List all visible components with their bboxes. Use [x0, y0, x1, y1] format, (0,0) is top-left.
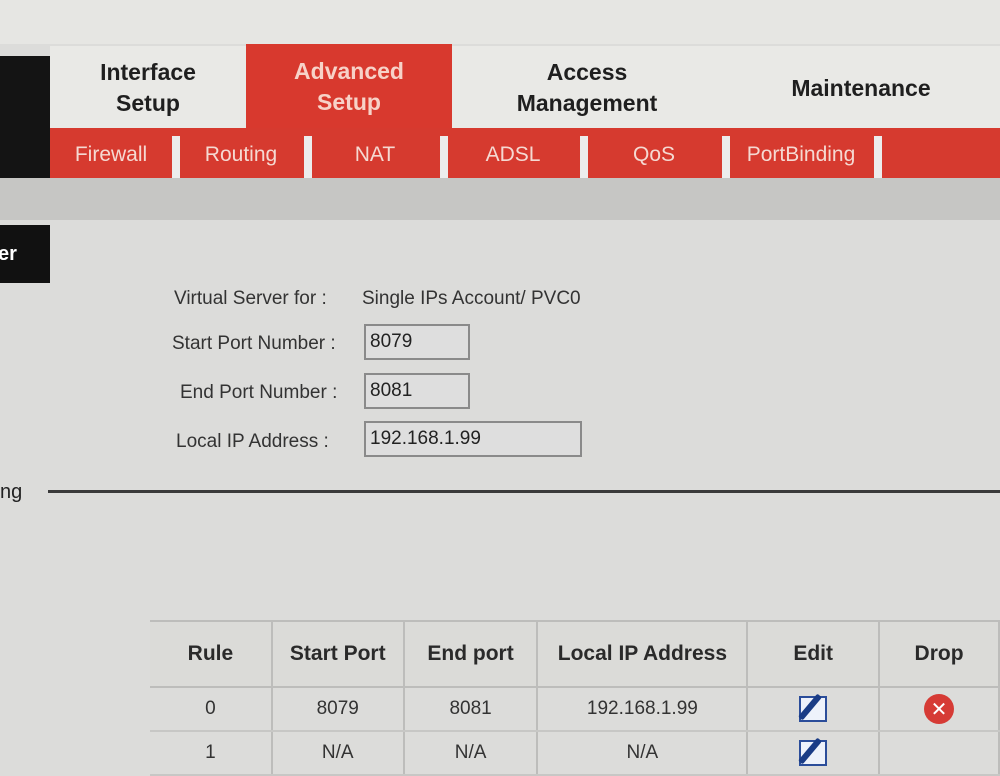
tab-advanced-setup[interactable]: Advanced Setup [246, 44, 452, 130]
subtab-divider [440, 136, 448, 180]
logo-area [0, 56, 50, 184]
virtual-server-value: Single IPs Account/ PVC0 [362, 288, 581, 309]
col-header-end-port: End port [403, 620, 539, 688]
cell-start-port: N/A [271, 731, 405, 776]
virtual-server-table: Rule Start Port End port Local IP Addres… [150, 620, 1000, 776]
subtab-divider [874, 136, 882, 180]
edit-icon[interactable] [799, 696, 828, 722]
cell-local-ip: 192.168.1.99 [537, 687, 749, 732]
local-ip-label: Local IP Address : [176, 431, 329, 452]
subtab-qos[interactable]: QoS [588, 134, 720, 176]
table-header-row: Rule Start Port End port Local IP Addres… [150, 620, 1000, 688]
cell-rule: 0 [150, 687, 273, 732]
subtab-portbinding[interactable]: PortBinding [730, 134, 872, 176]
cell-end-port: 8081 [403, 687, 539, 732]
subtab-divider [580, 136, 588, 180]
cell-end-port: N/A [403, 731, 539, 776]
end-port-label: End Port Number : [180, 382, 338, 403]
edit-icon[interactable] [799, 740, 828, 766]
cell-edit [747, 687, 881, 732]
table-row: 0 8079 8081 192.168.1.99 ✕ [150, 687, 1000, 732]
tab-maintenance[interactable]: Maintenance [722, 46, 1000, 130]
sidebar-item-label[interactable]: ng [0, 481, 22, 504]
subtab-adsl[interactable]: ADSL [448, 134, 578, 176]
subtab-divider [722, 136, 730, 180]
virtual-server-label: Virtual Server for : [174, 288, 327, 309]
cell-start-port: 8079 [271, 687, 405, 732]
top-strip [0, 0, 1000, 44]
col-header-start-port: Start Port [271, 620, 405, 688]
tab-interface-setup[interactable]: Interface Setup [50, 46, 246, 130]
end-port-field[interactable]: 8081 [364, 373, 470, 409]
subtab-firewall[interactable]: Firewall [52, 134, 170, 176]
col-header-local-ip: Local IP Address [537, 620, 749, 688]
section-divider [48, 490, 1000, 493]
sidebar-item-selected[interactable]: er [0, 225, 50, 283]
col-header-edit: Edit [747, 620, 881, 688]
cell-local-ip: N/A [537, 731, 749, 776]
tab-advanced-setup-label: Advanced Setup [294, 58, 404, 115]
subtab-routing[interactable]: Routing [180, 134, 302, 176]
tab-access-management[interactable]: Access Management [452, 46, 722, 130]
cell-drop [879, 731, 1000, 776]
table-row: 1 N/A N/A N/A [150, 731, 1000, 776]
cell-edit [747, 731, 881, 776]
delete-icon[interactable]: ✕ [924, 694, 955, 724]
subtab-divider [172, 136, 180, 180]
col-header-drop: Drop [879, 620, 1000, 688]
start-port-label: Start Port Number : [172, 333, 336, 354]
subtab-nat[interactable]: NAT [312, 134, 438, 176]
tab-interface-setup-label: Interface Setup [100, 59, 196, 116]
local-ip-field[interactable]: 192.168.1.99 [364, 421, 582, 457]
cell-rule: 1 [150, 731, 273, 776]
tab-access-management-label: Access Management [516, 59, 658, 116]
cell-drop: ✕ [879, 687, 1000, 732]
sidebar-item-selected-label: er [0, 242, 17, 265]
start-port-field[interactable]: 8079 [364, 324, 470, 360]
subtab-divider [304, 136, 312, 180]
header-band [0, 178, 1000, 220]
tab-maintenance-label: Maintenance [791, 74, 931, 101]
col-header-rule: Rule [150, 620, 273, 688]
